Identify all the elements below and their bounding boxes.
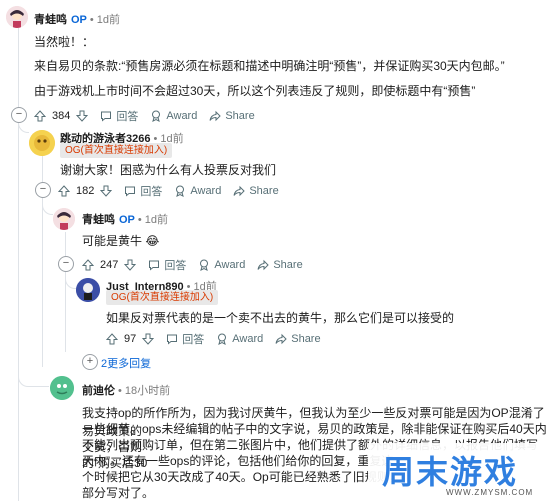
thread-line — [18, 28, 19, 501]
upvote-icon[interactable] — [82, 259, 94, 271]
comment-header: 青蛙鸣 OP • 1d前 — [34, 14, 121, 26]
comment-icon — [149, 260, 160, 271]
avatar[interactable] — [50, 376, 74, 400]
award-label: Award — [166, 110, 198, 122]
avatar[interactable] — [53, 208, 75, 230]
comment-body-line: 当然啦！： — [34, 35, 95, 49]
comment-icon — [167, 334, 178, 345]
reply-button[interactable]: 回答 — [100, 108, 138, 124]
user-flair: OG(首次直接连接加入) — [60, 143, 173, 158]
upvote-icon[interactable] — [58, 185, 70, 197]
collapse-button[interactable]: − — [11, 107, 27, 123]
share-button[interactable]: Share — [275, 333, 321, 345]
award-label: Award — [232, 333, 264, 345]
watermark-url: WWW.ZMYSM.COM — [446, 488, 534, 497]
reply-button[interactable]: 回答 — [148, 257, 186, 273]
share-button[interactable]: Share — [257, 259, 303, 271]
award-label: Award — [190, 185, 222, 197]
upvote-icon[interactable] — [34, 110, 46, 122]
share-label: Share — [291, 333, 321, 345]
downvote-icon[interactable] — [124, 259, 137, 271]
username[interactable]: 青蛙鸣 — [34, 14, 67, 26]
timestamp: 1d前 — [144, 214, 169, 226]
award-icon — [152, 110, 161, 122]
downvote-icon[interactable] — [142, 333, 155, 345]
vote-count: 247 — [100, 259, 119, 271]
avatar-icon — [76, 278, 100, 302]
more-replies-link[interactable]: 2更多回复 — [101, 355, 151, 371]
reply-button[interactable]: 回答 — [124, 183, 162, 199]
comment-actions: 182 回答 Award Share — [58, 183, 291, 199]
op-badge: OP — [71, 14, 87, 26]
award-button[interactable]: Award — [198, 259, 245, 271]
reply-label: 回答 — [116, 111, 139, 123]
comment-body-line: 来自易贝的条款:“预售房源必须在标题和描述中明确注明“预售”，并保证购买30天内… — [34, 59, 505, 73]
avatar-icon — [29, 130, 55, 156]
avatar[interactable] — [76, 278, 100, 302]
share-label: Share — [273, 259, 303, 271]
comment-header: 前迪伦 • 18小时前 — [82, 385, 171, 397]
collapse-button[interactable]: − — [35, 182, 51, 198]
downvote-icon[interactable] — [100, 185, 113, 197]
share-label: Share — [249, 185, 279, 197]
timestamp: 1d前 — [96, 14, 121, 26]
share-button[interactable]: Share — [233, 185, 279, 197]
watermark: 周末游戏 WWW.ZMYSM.COM — [368, 443, 550, 501]
award-icon — [218, 333, 227, 345]
award-button[interactable]: Award — [150, 110, 197, 122]
username[interactable]: 青蛙鸣 — [82, 214, 115, 226]
thread-curve — [65, 274, 76, 289]
share-icon — [257, 259, 270, 271]
reply-label: 回答 — [140, 186, 163, 198]
expand-button[interactable]: + — [82, 354, 98, 370]
vote-count: 182 — [76, 185, 95, 197]
upvote-icon[interactable] — [106, 333, 118, 345]
comment-body-line: 如果反对票代表的是一个卖不出去的黄牛，那么它们是可以接受的 — [106, 311, 455, 325]
comment-actions: 247 回答 Award Share — [82, 257, 315, 273]
award-icon — [176, 185, 185, 197]
avatar[interactable] — [29, 130, 55, 156]
thread-curve — [42, 196, 53, 215]
comment-body-line: 由于游戏机上市时间不会超过30天，所以这个列表违反了规则，即使标题中有“预售” — [34, 84, 476, 98]
comment-actions: 384 回答 Award Share — [34, 108, 267, 124]
avatar-icon — [6, 6, 28, 28]
comment-icon — [125, 186, 136, 197]
share-label: Share — [225, 110, 255, 122]
downvote-icon[interactable] — [76, 110, 89, 122]
timestamp: 18小时前 — [124, 385, 171, 397]
reply-button[interactable]: 回答 — [166, 331, 204, 347]
thread-line — [65, 232, 66, 352]
avatar-icon — [50, 376, 74, 400]
comment-body-line: 部分写对了。 — [82, 486, 155, 500]
share-button[interactable]: Share — [209, 110, 255, 122]
vote-count: 97 — [124, 333, 137, 345]
username[interactable]: 前迪伦 — [82, 385, 115, 397]
thread-curve — [18, 360, 49, 387]
award-icon — [200, 259, 209, 271]
watermark-brand: 周末游戏 — [382, 453, 519, 491]
vote-count: 384 — [52, 110, 71, 122]
avatar-icon — [53, 208, 75, 230]
more-replies-label: 2更多回复 — [101, 358, 152, 370]
award-label: Award — [214, 259, 246, 271]
user-flair: OG(首次直接连接加入) — [106, 290, 219, 305]
comment-icon — [101, 111, 112, 122]
award-button[interactable]: Award — [174, 185, 221, 197]
comment-actions: 97 回答 Award Share — [106, 331, 333, 347]
collapse-button[interactable]: − — [58, 256, 74, 272]
comment-body-line: 谢谢大家！困惑为什么有人投票反对我们 — [60, 163, 277, 177]
op-badge: OP — [119, 214, 135, 226]
reply-label: 回答 — [164, 260, 187, 272]
share-icon — [275, 333, 287, 345]
comment-body-line: 可能是黄牛 😂 — [82, 234, 160, 248]
comment-header: 青蛙鸣 OP • 1d前 — [82, 214, 169, 226]
reply-label: 回答 — [182, 334, 205, 346]
share-icon — [233, 185, 246, 197]
award-button[interactable]: Award — [216, 333, 263, 345]
avatar[interactable] — [6, 6, 28, 28]
share-icon — [209, 110, 222, 122]
